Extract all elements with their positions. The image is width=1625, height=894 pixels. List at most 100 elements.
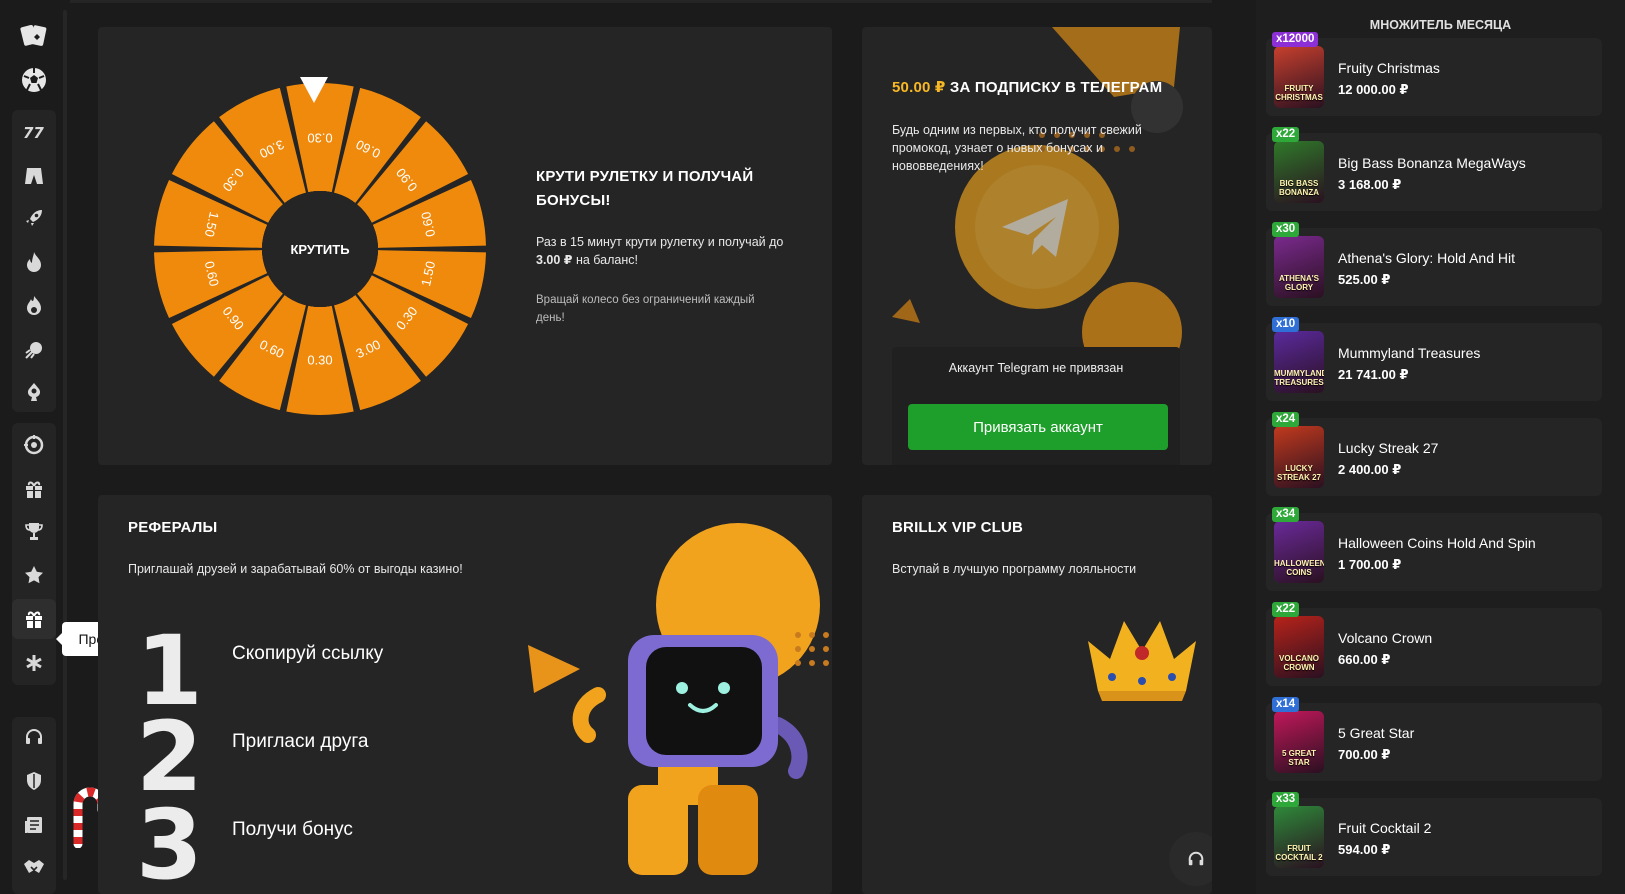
multiplier-badge: x24: [1272, 412, 1300, 427]
game-thumbnail[interactable]: HALLOWEEN COINS: [1274, 521, 1324, 583]
gem-pants-icon[interactable]: [12, 156, 56, 196]
game-name: Lucky Streak 27: [1338, 440, 1439, 456]
game-thumbnail[interactable]: ATHENA'S GLORY: [1274, 236, 1324, 298]
game-name: Volcano Crown: [1338, 630, 1433, 646]
game-name: Athena's Glory: Hold And Hit: [1338, 250, 1515, 266]
handshake-icon[interactable]: [12, 847, 56, 887]
game-thumbnail[interactable]: LUCKY STREAK 27: [1274, 426, 1324, 488]
multiplier-item[interactable]: VOLCANO CROWN x22 Volcano Crown 660.00 ₽: [1266, 602, 1602, 686]
multiplier-item[interactable]: FRUIT COCKTAIL 2 x33 Fruit Cocktail 2 59…: [1266, 792, 1602, 876]
win-amount: 21 741.00 ₽: [1338, 367, 1409, 382]
game-thumbnail[interactable]: BIG BASS BONANZA: [1274, 141, 1324, 203]
wheel-description: Раз в 15 минут крути рулетку и получай д…: [536, 233, 796, 269]
multiplier-item[interactable]: MUMMYLAND TREASURES x10 Mummyland Treasu…: [1266, 317, 1602, 401]
wheel-note: Вращай колесо без ограничений каждый ден…: [536, 294, 755, 324]
telegram-title-rest: ЗА ПОДПИСКУ В ТЕЛЕГРАМ: [945, 79, 1163, 96]
step-number: 3: [136, 789, 203, 894]
game-name: 5 Great Star: [1338, 725, 1415, 741]
panel-gutter: [1212, 0, 1256, 894]
game-thumbnail-text: LUCKY STREAK 27: [1276, 464, 1321, 482]
game-name: Big Bass Bonanza MegaWays: [1338, 155, 1526, 171]
vip-card: BRILLX VIP CLUB Вступай в лучшую програм…: [862, 495, 1212, 894]
multiplier-item[interactable]: ATHENA'S GLORY x30 Athena's Glory: Hold …: [1266, 222, 1602, 306]
win-amount: 2 400.00 ₽: [1338, 462, 1402, 477]
wheel-icon[interactable]: [12, 425, 56, 465]
shield-icon[interactable]: [12, 761, 56, 801]
telegram-amount: 50.00 ₽: [892, 79, 946, 96]
telegram-link-box: Аккаунт Telegram не привязан Привязать а…: [892, 347, 1180, 465]
news-icon[interactable]: [12, 805, 56, 845]
spin-button[interactable]: КРУТИТЬ: [262, 191, 378, 307]
multiplier-item[interactable]: 5 GREAT STAR x14 5 Great Star 700.00 ₽: [1266, 697, 1602, 781]
game-thumbnail[interactable]: MUMMYLAND TREASURES: [1274, 331, 1324, 393]
multiplier-item[interactable]: HALLOWEEN COINS x34 Halloween Coins Hold…: [1266, 507, 1602, 591]
rocket-icon[interactable]: [12, 198, 56, 238]
multiplier-badge: x34: [1272, 507, 1300, 522]
vip-title: BRILLX VIP CLUB: [892, 519, 1024, 536]
win-amount: 660.00 ₽: [1338, 652, 1391, 667]
multiplier-badge: x12000: [1272, 32, 1319, 47]
game-thumbnail-text: BIG BASS BONANZA: [1279, 179, 1319, 197]
win-amount: 12 000.00 ₽: [1338, 82, 1409, 97]
trophy-icon[interactable]: [12, 511, 56, 551]
game-thumbnail[interactable]: 5 GREAT STAR: [1274, 711, 1324, 773]
top-divider: [70, 0, 1256, 3]
step-text: Пригласи друга: [232, 731, 369, 752]
wheel-segment-value: 0.30: [307, 131, 332, 146]
gift-icon[interactable]: [12, 469, 56, 509]
games-nav-group: 777: [12, 110, 56, 412]
bonus-wheel[interactable]: 0.30 0.60 0.90 0.60 1.50 0.30 3.00 0.30 0.60 0.90…: [150, 79, 490, 419]
wheel-card: 0.30 0.60 0.90 0.60 1.50 0.30 3.00 0.30 0.60 0.90…: [98, 27, 832, 465]
cards-icon[interactable]: [12, 16, 56, 56]
game-thumbnail[interactable]: FRUIT COCKTAIL 2: [1274, 806, 1324, 868]
flame-icon[interactable]: [12, 242, 56, 282]
game-thumbnail-text: HALLOWEEN COINS: [1274, 559, 1324, 577]
soccer-ball-icon[interactable]: [12, 60, 56, 100]
game-thumbnail[interactable]: VOLCANO CROWN: [1274, 616, 1324, 678]
multiplier-item[interactable]: BIG BASS BONANZA x22 Big Bass Bonanza Me…: [1266, 127, 1602, 211]
support-nav-group: [12, 717, 56, 894]
referrals-title: РЕФЕРАЛЫ: [128, 519, 218, 536]
game-thumbnail-text: FRUITY CHRISTMAS: [1275, 84, 1323, 102]
telegram-title: 50.00 ₽ ЗА ПОДПИСКУ В ТЕЛЕГРАМ: [892, 78, 1162, 96]
game-thumbnail-text: VOLCANO CROWN: [1279, 654, 1319, 672]
headset-icon[interactable]: [12, 717, 56, 757]
headset-icon: [1188, 851, 1204, 866]
game-name: Fruit Cocktail 2: [1338, 820, 1432, 836]
sidebar-scrollbar[interactable]: [63, 10, 67, 880]
wheel-desc-prefix: Раз в 15 минут крути рулетку и получай д…: [536, 235, 784, 249]
sidebar: 777 Промо: [0, 0, 138, 894]
meteor-icon[interactable]: [12, 330, 56, 370]
telegram-status: Аккаунт Telegram не привязан: [948, 361, 1124, 375]
step-text: Получи бонус: [232, 819, 353, 840]
wheel-pointer-icon: [300, 77, 328, 103]
multiplier-badge: x14: [1272, 697, 1300, 712]
multipliers-panel: МНОЖИТЕЛЬ МЕСЯЦА FRUITY CHRISTMAS x12000…: [1256, 0, 1625, 894]
promo-gift-icon[interactable]: [12, 599, 56, 639]
multiplier-badge: x30: [1272, 222, 1300, 237]
game-name: Fruity Christmas: [1338, 60, 1440, 76]
multiplier-badge: x22: [1272, 602, 1300, 617]
multiplier-item[interactable]: FRUITY CHRISTMAS x12000 Fruity Christmas…: [1266, 32, 1602, 116]
svg-text:777: 777: [23, 124, 45, 140]
win-amount: 700.00 ₽: [1338, 747, 1391, 762]
wheel-desc-suffix: на баланс!: [572, 253, 638, 267]
multiplier-badge: x22: [1272, 127, 1300, 142]
telegram-description: Будь одним из первых, кто получит свежий…: [892, 123, 1142, 173]
multipliers-title: МНОЖИТЕЛЬ МЕСЯЦА: [1369, 18, 1512, 32]
link-account-button[interactable]: Привязать аккаунт: [908, 404, 1168, 450]
slot-777-icon[interactable]: 777: [12, 112, 56, 152]
game-thumbnail-text: MUMMYLAND TREASURES: [1274, 369, 1324, 387]
star-icon[interactable]: [12, 555, 56, 595]
fire-icon[interactable]: [12, 286, 56, 326]
multiplier-item[interactable]: LUCKY STREAK 27 x24 Lucky Streak 27 2 40…: [1266, 412, 1602, 496]
game-thumbnail[interactable]: FRUITY CHRISTMAS: [1274, 46, 1324, 108]
telegram-card: 50.00 ₽ ЗА ПОДПИСКУ В ТЕЛЕГРАМ Будь одни…: [862, 27, 1212, 465]
poker-chip-icon[interactable]: [12, 372, 56, 412]
vip-description: Вступай в лучшую программу лояльности: [892, 562, 1137, 576]
win-amount: 525.00 ₽: [1338, 272, 1391, 287]
step-text: Скопируй ссылку: [232, 643, 384, 664]
wheel-desc-amount: 3.00 ₽: [536, 253, 573, 267]
game-thumbnail-text: FRUIT COCKTAIL 2: [1275, 844, 1323, 862]
asterisk-icon[interactable]: [12, 643, 56, 683]
